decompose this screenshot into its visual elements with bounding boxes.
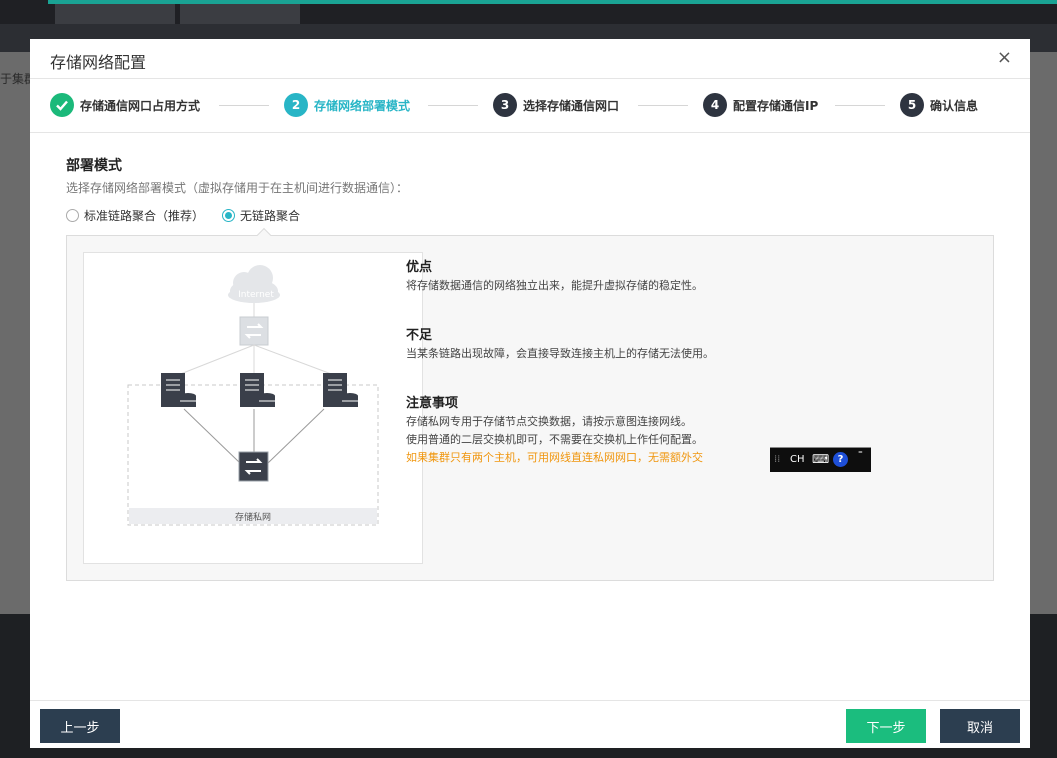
check-icon: [50, 93, 74, 117]
step-2: 2 存储网络部署模式: [284, 93, 410, 117]
notes-text-wrap: 存储私网专用于存储节点交换数据，请按示意图连接网线。 使用普通的二层交换机即可，…: [406, 413, 703, 467]
notes-warning: 如果集群只有两个主机，可用网线直连私网网口，无需额外交: [406, 451, 703, 464]
ime-toolbar[interactable]: ⁞⁞ CH ⌨ ? ⁼: [770, 447, 871, 472]
step-5-label: 确认信息: [930, 98, 979, 113]
background-tab: [55, 4, 175, 24]
step-3: 3 选择存储通信网口: [493, 93, 619, 117]
step-connector: [835, 105, 885, 106]
pros-text: 将存储数据通信的网络独立出来，能提升虚拟存储的稳定性。: [406, 279, 703, 292]
step-4-label: 配置存储通信IP: [733, 98, 819, 113]
radio-no-aggregation[interactable]: 无链路聚合: [222, 207, 300, 224]
pros-title: 优点: [406, 260, 433, 275]
cons-section: 不足: [406, 324, 432, 343]
cons-title: 不足: [406, 328, 433, 343]
cons-text-wrap: 当某条链路出现故障，会直接导致连接主机上的存储无法使用。: [406, 345, 714, 363]
wizard-steps: 存储通信网口占用方式 2 存储网络部署模式 3 选择存储通信网口 4 配置存储通…: [30, 79, 1030, 133]
top-switch-icon: [239, 316, 269, 346]
pros-section: 优点: [406, 256, 432, 275]
notes-title: 注意事项: [406, 396, 459, 411]
dialog-title: 存储网络配置: [50, 53, 147, 72]
ime-options-icon[interactable]: ⁼: [858, 450, 863, 460]
notes-line-1: 存储私网专用于存储节点交换数据，请按示意图连接网线。: [406, 415, 692, 428]
step-1: 存储通信网口占用方式: [50, 93, 200, 117]
prev-button[interactable]: 上一步: [40, 709, 120, 743]
dialog-footer: 上一步 下一步 取消: [30, 700, 1030, 748]
private-switch-icon: [238, 451, 269, 482]
radio-label: 标准链路聚合（推荐）: [84, 209, 205, 223]
ime-mode-label[interactable]: CH: [790, 454, 805, 465]
server-icon: [323, 373, 358, 407]
step-5: 5 确认信息: [900, 93, 978, 117]
notes-section: 注意事项: [406, 392, 458, 411]
server-icon: [161, 373, 196, 407]
dialog-header: 存储网络配置 ×: [30, 39, 1030, 79]
cancel-button[interactable]: 取消: [940, 709, 1020, 743]
step-4-number: 4: [703, 93, 727, 117]
close-icon[interactable]: ×: [997, 48, 1012, 68]
background-tab: [180, 4, 300, 24]
cons-text: 当某条链路出现故障，会直接导致连接主机上的存储无法使用。: [406, 347, 714, 360]
private-net-label: 存储私网: [235, 511, 271, 523]
radio-label: 无链路聚合: [240, 209, 301, 223]
server-icon: [240, 373, 275, 407]
section-description: 选择存储网络部署模式（虚拟存储用于在主机间进行数据通信）：: [66, 181, 409, 195]
help-icon[interactable]: ?: [833, 452, 848, 467]
storage-network-dialog: 存储网络配置 × 存储通信网口占用方式 2 存储网络部署模式 3 选择存储通信网…: [30, 39, 1030, 748]
keyboard-icon[interactable]: ⌨: [812, 452, 829, 466]
network-diagram-svg: Internet 存储私网: [127, 265, 379, 526]
step-5-number: 5: [900, 93, 924, 117]
network-diagram: Internet 存储私网: [83, 252, 423, 564]
radio-standard-aggregation[interactable]: 标准链路聚合（推荐）: [66, 207, 204, 224]
notes-line-2: 使用普通的二层交换机即可，不需要在交换机上作任何配置。: [406, 433, 703, 446]
next-button[interactable]: 下一步: [846, 709, 926, 743]
pros-text-wrap: 将存储数据通信的网络独立出来，能提升虚拟存储的稳定性。: [406, 277, 703, 295]
step-3-label: 选择存储通信网口: [523, 98, 620, 113]
background-topbar: [0, 0, 1057, 24]
step-connector: [219, 105, 269, 106]
step-3-number: 3: [493, 93, 517, 117]
section-title: 部署模式: [66, 158, 122, 174]
step-connector: [638, 105, 688, 106]
cloud-label: Internet: [238, 290, 274, 300]
radio-circle[interactable]: [66, 209, 79, 222]
step-2-label: 存储网络部署模式: [314, 98, 411, 113]
step-4: 4 配置存储通信IP: [703, 93, 818, 117]
radio-circle[interactable]: [222, 209, 235, 222]
ime-grip-icon: ⁞⁞: [774, 454, 781, 465]
step-1-label: 存储通信网口占用方式: [80, 98, 201, 113]
step-2-number: 2: [284, 93, 308, 117]
step-connector: [428, 105, 478, 106]
